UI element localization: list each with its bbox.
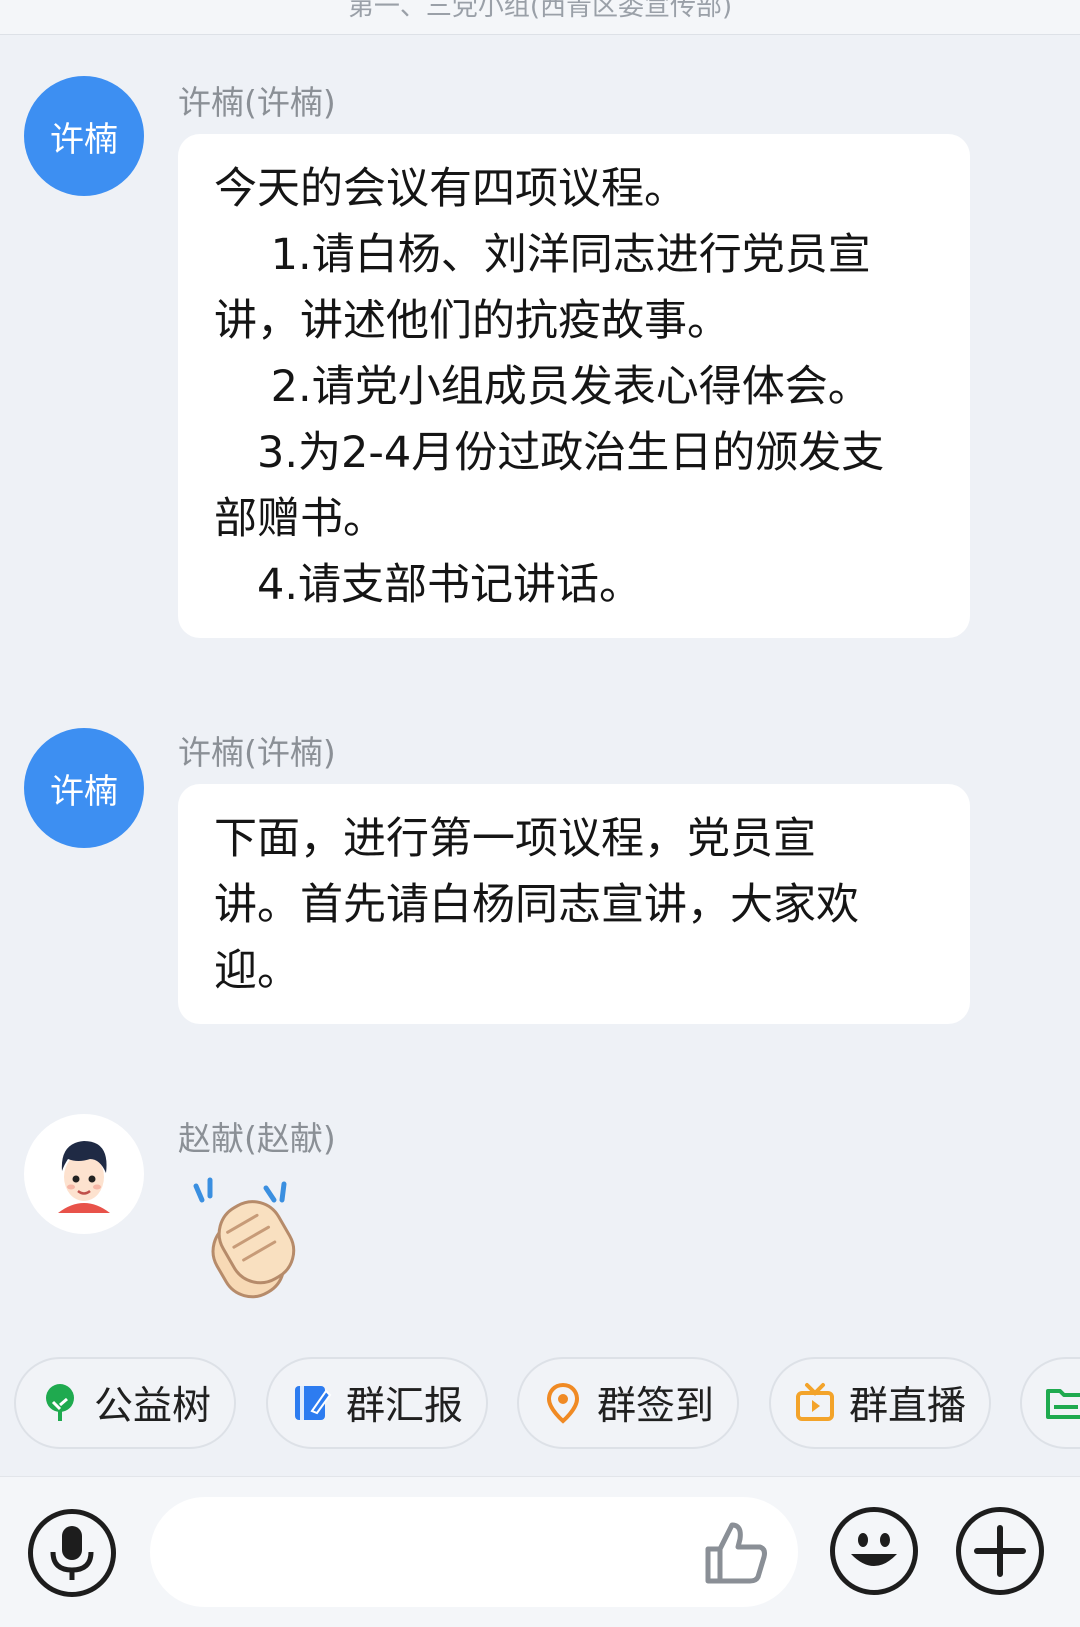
plus-icon: [974, 1525, 1026, 1577]
sender-name: 许楠(许楠): [178, 83, 336, 122]
message-line: 2.请党小组成员发表心得体会。: [214, 362, 871, 412]
chip-label: 群汇报: [346, 1384, 464, 1429]
quick-action-group-report[interactable]: 群汇报: [266, 1357, 488, 1449]
emoji-button[interactable]: [830, 1507, 918, 1595]
more-button[interactable]: [956, 1507, 1044, 1595]
voice-button[interactable]: [28, 1509, 116, 1597]
avatar-text: 许楠: [50, 119, 118, 160]
message-line: 3.为2-4月份过政治生日的颁发支: [214, 428, 885, 478]
tree-icon: [46, 1384, 74, 1421]
quick-action-bar: 公益树 群汇报 群签到 群直播: [0, 1357, 1080, 1453]
thumbs-up-icon[interactable]: [700, 1517, 772, 1589]
chat-header: 第一、三党小组(西青区委宣传部): [0, 0, 1080, 35]
sender-name: 赵献(赵献): [178, 1119, 336, 1158]
smiley-icon: [851, 1533, 897, 1566]
chat-title: 第一、三党小组(西青区委宣传部): [347, 0, 733, 22]
avatar-xunan[interactable]: 许楠: [24, 76, 144, 196]
chip-label: 群直播: [849, 1384, 967, 1429]
message-bubble[interactable]: 下面，进行第一项议程，党员宣 讲。首先请白杨同志宣讲，大家欢 迎。: [178, 784, 970, 1024]
quick-action-files[interactable]: [1020, 1357, 1080, 1449]
chip-label: 公益树: [94, 1384, 212, 1429]
quick-action-live[interactable]: 群直播: [769, 1357, 991, 1449]
folder-icon: [1046, 1389, 1080, 1419]
clapping-hands-emoji[interactable]: [184, 1174, 324, 1304]
quick-action-charity-tree[interactable]: 公益树: [14, 1357, 236, 1449]
avatar-zhaoxian[interactable]: [24, 1114, 144, 1234]
message-line: 迎。: [214, 946, 300, 996]
microphone-icon: [50, 1526, 94, 1580]
avatar-text: 许楠: [50, 771, 118, 812]
sender-name: 许楠(许楠): [178, 733, 336, 772]
avatar-xunan[interactable]: 许楠: [24, 728, 144, 848]
message-line: 今天的会议有四项议程。: [214, 164, 687, 214]
message-line: 讲。首先请白杨同志宣讲，大家欢: [214, 880, 859, 930]
location-pin-icon: [546, 1382, 580, 1424]
message-line: 4.请支部书记讲话。: [214, 560, 643, 610]
message-line: 部赠书。: [214, 494, 386, 544]
chip-label: 群签到: [597, 1384, 715, 1429]
input-bar: [0, 1476, 1080, 1627]
message-bubble[interactable]: 今天的会议有四项议程。 1.请白杨、刘洋同志进行党员宣 讲，讲述他们的抗疫故事。…: [178, 134, 970, 638]
report-icon: [295, 1386, 332, 1420]
quick-action-check-in[interactable]: 群签到: [517, 1357, 739, 1449]
cartoon-avatar-icon: [58, 1141, 110, 1213]
message-line: 下面，进行第一项议程，党员宣: [214, 814, 816, 864]
message-line: 讲，讲述他们的抗疫故事。: [214, 296, 730, 346]
tv-icon: [796, 1383, 834, 1421]
message-line: 1.请白杨、刘洋同志进行党员宣: [214, 230, 871, 280]
